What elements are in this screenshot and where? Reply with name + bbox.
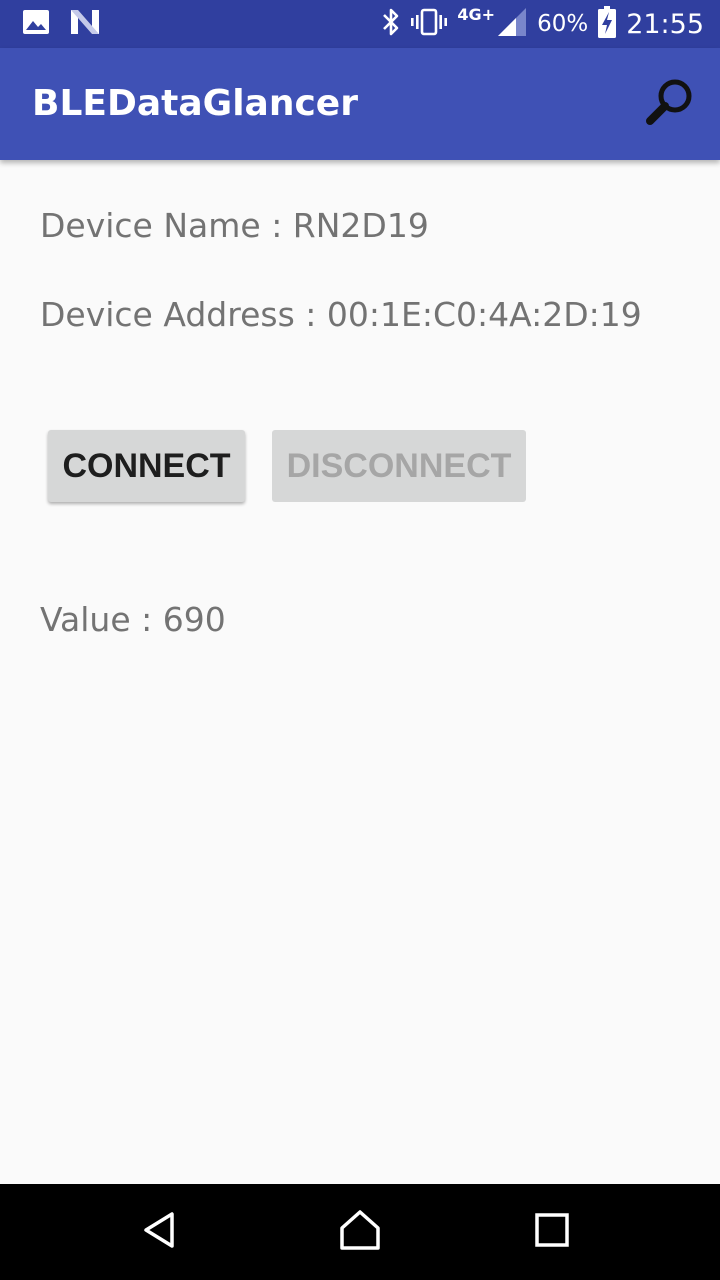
- connect-button[interactable]: CONNECT: [48, 430, 245, 502]
- status-bar: 4G+ 60% 21:55: [0, 0, 720, 48]
- device-name-label: Device Name : RN2D19: [40, 206, 429, 245]
- back-icon: [140, 1210, 180, 1254]
- battery-charging-icon: [598, 6, 617, 42]
- status-bar-notifications: [22, 0, 100, 48]
- search-icon: [644, 76, 696, 132]
- back-button[interactable]: [136, 1208, 184, 1256]
- disconnect-button[interactable]: DISCONNECT: [272, 430, 526, 502]
- vibrate-icon: [411, 8, 448, 40]
- nav-bar: [0, 1184, 720, 1280]
- battery-percent: 60%: [537, 11, 589, 37]
- search-button[interactable]: [642, 76, 698, 132]
- cell-signal-icon: [497, 7, 527, 41]
- home-icon: [338, 1208, 382, 1256]
- device-address-label: Device Address : 00:1E:C0:4A:2D:19: [40, 295, 642, 334]
- screen: 4G+ 60% 21:55 BLEDataGlancer Device Name…: [0, 0, 720, 1280]
- app-bar: BLEDataGlancer: [0, 48, 720, 160]
- app-title: BLEDataGlancer: [32, 83, 358, 124]
- network-type: 4G+: [457, 4, 496, 24]
- status-bar-system: 4G+ 60% 21:55: [381, 0, 704, 48]
- image-notification-icon: [22, 9, 50, 39]
- home-button[interactable]: [336, 1208, 384, 1256]
- recents-button[interactable]: [528, 1208, 576, 1256]
- n-notification-icon: [70, 9, 100, 39]
- clock: 21:55: [626, 8, 704, 40]
- recents-icon: [534, 1212, 570, 1252]
- bluetooth-icon: [381, 7, 401, 41]
- content: Device Name : RN2D19 Device Address : 00…: [0, 160, 720, 1184]
- value-label: Value : 690: [40, 600, 226, 639]
